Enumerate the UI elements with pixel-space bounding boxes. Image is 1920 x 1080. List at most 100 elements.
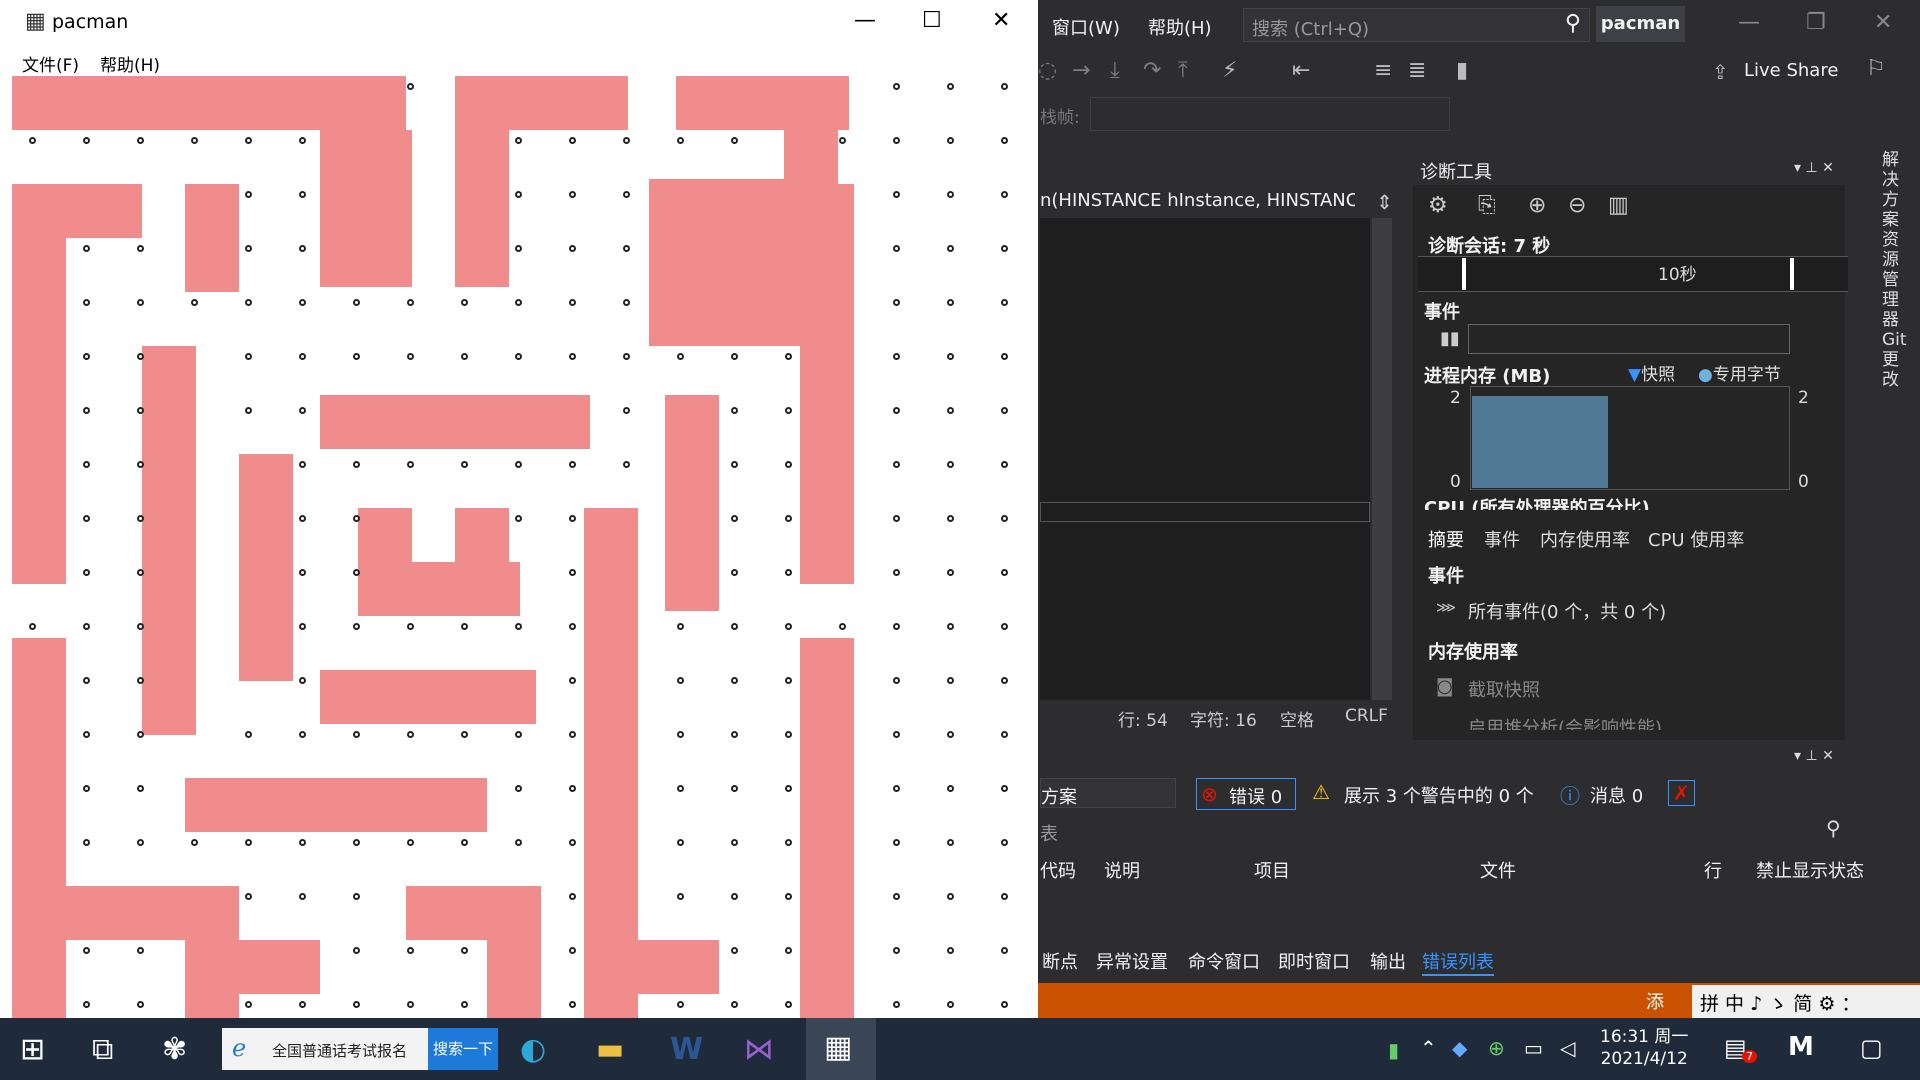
memory-header[interactable]: 进程内存 (MB) <box>1424 362 1550 388</box>
solution-explorer-tab[interactable]: 解决方案资源管理器 <box>1882 150 1906 330</box>
windows-start-icon[interactable]: ⊞ <box>20 1032 45 1067</box>
step-into-icon[interactable]: ⤓ <box>1110 58 1120 83</box>
taskbar-search-box[interactable]: ℯ 全国普通话考试报名 <box>222 1028 428 1070</box>
pellet <box>623 353 630 360</box>
tab-events[interactable]: 事件 <box>1484 526 1520 552</box>
split-icon[interactable]: ⇕ <box>1376 190 1393 214</box>
taskbar-clock[interactable]: 16:31 周一 2021/4/12 <box>1600 1026 1688 1070</box>
settings-icon[interactable]: ⚙ <box>1428 193 1448 218</box>
ime-toolbar[interactable]: 拼 中 ♪ ゝ 简 ⚙ ： <box>1692 985 1920 1018</box>
pellet <box>461 461 468 468</box>
restore-icon[interactable]: ❐ <box>1806 10 1826 35</box>
errors-filter-button[interactable]: ⊗ 错误 0 <box>1196 778 1296 810</box>
search-icon[interactable]: ⚲ <box>1826 816 1841 840</box>
tab-command-window[interactable]: 命令窗口 <box>1188 948 1260 974</box>
comment-icon[interactable]: ≣ <box>1408 58 1426 83</box>
tab-output[interactable]: 输出 <box>1370 948 1406 974</box>
scope-dropdown[interactable]: 方案 <box>1040 778 1176 808</box>
taskbar-search-button[interactable]: 搜索一下 <box>428 1028 498 1070</box>
edge-icon[interactable]: ◐ <box>520 1032 546 1067</box>
column-code[interactable]: 代码 <box>1040 857 1076 883</box>
indent-icon[interactable]: ≡ <box>1374 58 1392 83</box>
battery-icon[interactable]: ▮ <box>1388 1038 1399 1062</box>
vs-menu-help[interactable]: 帮助(H) <box>1148 14 1212 40</box>
game-maze[interactable] <box>12 76 1038 1020</box>
close-icon[interactable]: ✕ <box>1874 10 1892 35</box>
step-over-icon[interactable]: → <box>1072 58 1090 83</box>
vs-menu-window[interactable]: 窗口(W) <box>1052 14 1120 40</box>
task-view-icon[interactable]: ⧉ <box>92 1032 113 1067</box>
events-header[interactable]: 事件 <box>1424 298 1460 324</box>
column-project[interactable]: 项目 <box>1254 857 1290 883</box>
editor-scrollbar[interactable] <box>1372 218 1392 700</box>
column-description[interactable]: 说明 <box>1104 857 1140 883</box>
pause-icon[interactable]: ▮▮ <box>1440 328 1460 349</box>
word-icon[interactable]: W <box>670 1032 703 1067</box>
pellet <box>893 137 900 144</box>
tray-app-icon[interactable]: ◆ <box>1452 1036 1467 1060</box>
pinwheel-app-icon[interactable]: ✾ <box>162 1032 187 1067</box>
all-events-link[interactable]: 所有事件(0 个，共 0 个) <box>1468 598 1666 624</box>
toolbar-icon[interactable]: ◌ <box>1038 58 1057 83</box>
tab-immediate-window[interactable]: 即时窗口 <box>1278 948 1350 974</box>
step-out-icon[interactable]: ⤒ <box>1178 58 1188 83</box>
take-snapshot-button[interactable]: 截取快照 <box>1468 676 1540 702</box>
timeline-handle-left[interactable] <box>1462 258 1466 290</box>
export-icon[interactable]: ⎘ <box>1478 193 1496 218</box>
error-panel-controls[interactable]: ▾ ⊥ ✕ <box>1794 748 1834 764</box>
code-editor[interactable] <box>1040 218 1370 700</box>
volume-icon[interactable]: ◁ <box>1560 1036 1575 1060</box>
pellet <box>299 893 306 900</box>
pellet <box>893 785 900 792</box>
filter-icon[interactable]: ✗ <box>1668 780 1695 806</box>
cpu-header[interactable]: CPU (所有处理器的百分比) <box>1424 494 1650 510</box>
heap-profiling-toggle[interactable]: 启用堆分析(会影响性能) <box>1468 714 1662 730</box>
ime-mode-icon[interactable]: M <box>1788 1032 1814 1062</box>
stack-frame-dropdown[interactable] <box>1090 97 1450 131</box>
hot-reload-icon[interactable]: ⚡ <box>1222 58 1237 83</box>
vs-search-box[interactable]: 搜索 (Ctrl+Q) ⚲ <box>1243 8 1590 42</box>
tab-breakpoints[interactable]: 断点 <box>1042 948 1078 974</box>
function-signature[interactable]: n(HINSTANCE hInstance, HINSTANCE <box>1040 190 1355 211</box>
minimize-icon[interactable]: — <box>1738 10 1760 35</box>
minimize-icon[interactable]: — <box>854 8 876 33</box>
add-to-source-control[interactable]: 添 <box>1646 988 1664 1014</box>
close-icon[interactable]: ✕ <box>992 8 1010 33</box>
messages-count[interactable]: 消息 0 <box>1590 782 1643 808</box>
show-hidden-icons[interactable]: ⌃ <box>1420 1036 1437 1060</box>
column-file[interactable]: 文件 <box>1480 857 1516 883</box>
timeline-ruler[interactable] <box>1418 256 1848 292</box>
step-back-icon[interactable]: ↷ <box>1143 58 1161 83</box>
network-icon[interactable]: ▭ <box>1524 1036 1543 1060</box>
pacman-taskbar-button[interactable]: ▦ <box>806 1018 876 1080</box>
action-center-icon[interactable]: ▢ <box>1860 1034 1883 1062</box>
show-next-icon[interactable]: ⇤ <box>1292 58 1310 83</box>
tab-error-list[interactable]: 错误列表 <box>1422 948 1494 976</box>
zoom-out-icon[interactable]: ⊖ <box>1568 193 1586 218</box>
tray-plus-icon[interactable]: ⊕ <box>1488 1036 1505 1060</box>
tab-memory-usage[interactable]: 内存使用率 <box>1540 526 1630 552</box>
live-share-button[interactable]: Live Share <box>1744 60 1838 81</box>
pacman-titlebar[interactable]: ▦ pacman — ☐ ✕ <box>0 0 1038 46</box>
git-changes-tab[interactable]: Git 更改 <box>1882 330 1907 390</box>
column-line[interactable]: 行 <box>1704 857 1722 883</box>
column-suppression[interactable]: 禁止显示状态 <box>1756 857 1864 883</box>
maximize-icon[interactable]: ☐ <box>922 8 942 33</box>
pellet <box>137 245 144 252</box>
chart-icon[interactable]: ▥ <box>1608 193 1629 218</box>
bookmark-icon[interactable]: ▮ <box>1456 58 1468 83</box>
pellet <box>299 731 306 738</box>
tab-summary[interactable]: 摘要 <box>1428 526 1464 552</box>
file-explorer-icon[interactable]: ▬ <box>596 1032 624 1067</box>
warnings-count[interactable]: 展示 3 个警告中的 0 个 <box>1344 782 1534 808</box>
menu-file[interactable]: 文件(F) <box>22 51 79 76</box>
timeline-handle-right[interactable] <box>1790 258 1794 290</box>
pin-icon[interactable]: ▾ ⊥ ✕ <box>1794 160 1834 176</box>
tab-exception-settings[interactable]: 异常设置 <box>1096 948 1168 974</box>
menu-help[interactable]: 帮助(H) <box>100 51 160 76</box>
error-search-input[interactable]: 表 <box>1040 820 1058 846</box>
tab-cpu-usage[interactable]: CPU 使用率 <box>1648 526 1744 552</box>
feedback-icon[interactable]: ⚐ <box>1866 56 1886 81</box>
visual-studio-icon[interactable]: ⋈ <box>744 1032 774 1067</box>
zoom-in-icon[interactable]: ⊕ <box>1528 193 1546 218</box>
